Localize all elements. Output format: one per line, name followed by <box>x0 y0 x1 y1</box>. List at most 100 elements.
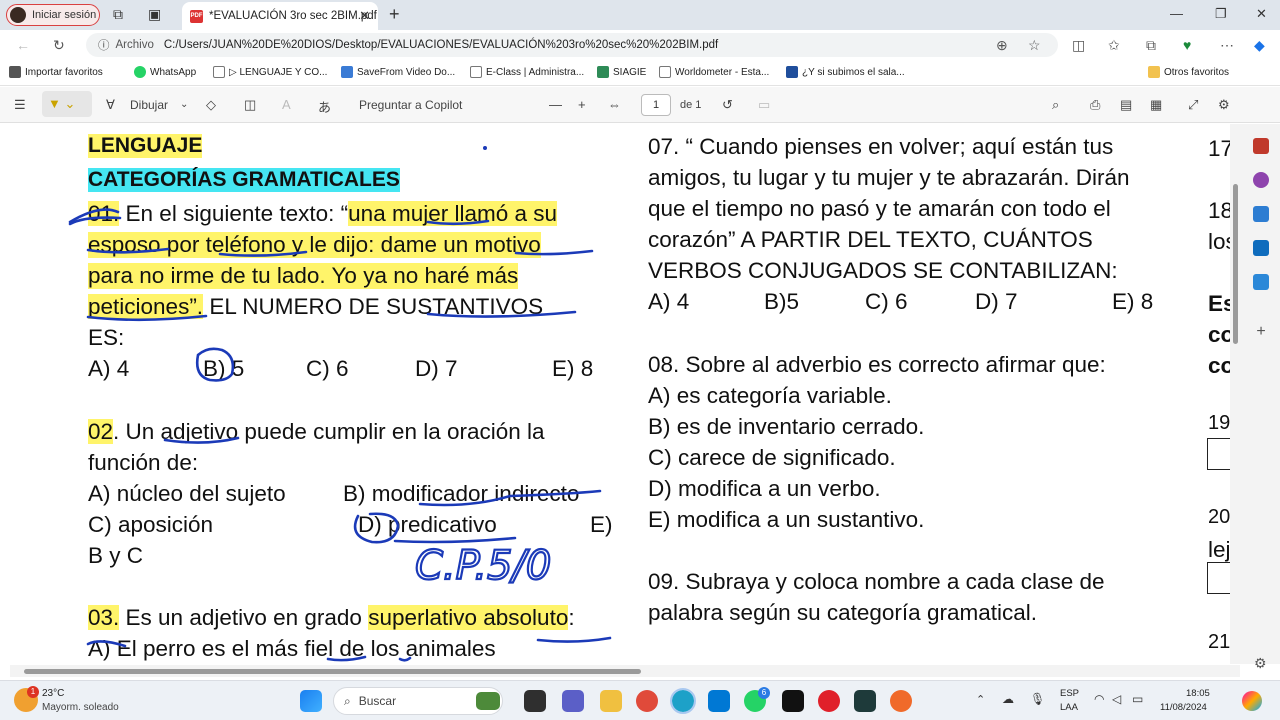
bookmark-ipe[interactable]: ¿Y si subimos el sala... <box>786 66 905 78</box>
games-icon[interactable] <box>1253 172 1269 188</box>
bookmark-worldometer[interactable]: Worldometer - Esta... <box>659 66 769 78</box>
other-favorites[interactable]: Otros favoritos <box>1148 66 1229 78</box>
send-icon[interactable] <box>1253 274 1269 290</box>
bookmark-eclass[interactable]: E-Class | Administra... <box>470 66 584 78</box>
draw-icon[interactable]: ∀ <box>106 97 115 113</box>
clock-date[interactable]: 11/08/2024 <box>1160 702 1207 713</box>
horizontal-scrollbar[interactable] <box>10 665 1240 677</box>
start-icon[interactable] <box>300 690 322 712</box>
split-screen-icon[interactable]: ◫ <box>1072 37 1085 54</box>
save-icon[interactable]: ▤ <box>1120 97 1132 113</box>
find-icon[interactable]: ⌕ <box>1052 97 1059 113</box>
copilot-taskbar-icon[interactable] <box>1242 691 1262 711</box>
microphone-icon[interactable]: 🎙 <box>1030 692 1045 706</box>
read-aloud-icon[interactable]: あ <box>318 97 331 116</box>
workspaces-icon[interactable]: ⧉ <box>113 6 123 23</box>
refresh-icon[interactable]: ↻ <box>53 37 65 54</box>
copilot-icon[interactable]: ◆ <box>1254 37 1265 54</box>
chrome-icon[interactable] <box>636 690 658 712</box>
fullscreen-icon[interactable]: ⤢ <box>1188 97 1198 113</box>
weather-desc: Mayorm. soleado <box>42 702 119 713</box>
opera-icon[interactable] <box>818 690 840 712</box>
tiktok-icon[interactable] <box>782 690 804 712</box>
address-bar[interactable]: ⓘ Archivo C:/Users/JUAN%20DE%20DIOS/Desk… <box>86 33 1058 57</box>
ink-dot <box>483 146 487 150</box>
tab-title: *EVALUACIÓN 3ro sec 2BIM.pdf <box>209 10 377 22</box>
file-explorer-icon[interactable] <box>600 690 622 712</box>
tools-icon[interactable] <box>1253 138 1269 154</box>
bookmark-import[interactable]: Importar favoritos <box>9 66 103 78</box>
save-as-icon[interactable]: ▦ <box>1150 97 1162 113</box>
bookmark-lenguaje[interactable]: ▷ LENGUAJE Y CO... <box>213 66 327 78</box>
rotate-icon[interactable]: ↺ <box>722 97 733 113</box>
m365-icon[interactable] <box>1253 206 1269 222</box>
favorite-star-icon[interactable]: ☆ <box>1028 37 1041 54</box>
print-icon[interactable]: ⎙ <box>1090 97 1100 113</box>
siagie-icon <box>597 66 609 78</box>
zoom-icon[interactable]: ⊕ <box>996 37 1008 54</box>
maximize-icon[interactable]: ❐ <box>1215 6 1227 22</box>
chevron-down-icon[interactable]: ⌄ <box>180 99 188 110</box>
minimize-icon[interactable]: — <box>1170 6 1183 21</box>
ipe-icon <box>786 66 798 78</box>
bookmark-siagie[interactable]: SIAGIE <box>597 66 646 78</box>
chevron-up-icon[interactable]: ⌃ <box>976 693 985 706</box>
zoom-out-icon[interactable]: — <box>549 97 562 112</box>
pdf-icon: PDF <box>190 9 203 23</box>
highlight-button[interactable]: ▼ ⌄ <box>42 91 92 117</box>
new-tab-button[interactable]: + <box>389 4 400 25</box>
volume-icon[interactable]: ◁ <box>1112 692 1121 706</box>
contents-icon[interactable]: ☰ <box>14 97 26 113</box>
view-icon[interactable]: ◫ <box>244 97 256 113</box>
fit-page-icon[interactable]: ⇔ <box>608 97 621 112</box>
browser-essentials-icon[interactable]: ♥ <box>1183 37 1191 53</box>
favorites-icon[interactable]: ✩ <box>1108 37 1120 54</box>
ink-circle <box>353 512 400 544</box>
close-tab-icon[interactable]: ✕ <box>359 8 370 24</box>
language-line1[interactable]: ESP <box>1060 688 1079 699</box>
close-window-icon[interactable]: ✕ <box>1256 6 1267 22</box>
profile-label: Iniciar sesión <box>32 9 97 21</box>
ink-underline <box>418 489 602 507</box>
ink-underline <box>86 314 208 322</box>
page-number-input[interactable]: 1 <box>641 94 671 116</box>
edge-icon[interactable] <box>670 688 696 714</box>
onedrive-icon[interactable]: ☁ <box>1002 692 1014 706</box>
teams-icon[interactable] <box>562 690 584 712</box>
collections-icon[interactable]: ⧉ <box>1146 37 1156 54</box>
page-icon <box>213 66 225 78</box>
info-icon[interactable]: ⓘ <box>98 37 110 53</box>
weather-badge: 1 <box>27 686 39 698</box>
language-line2[interactable]: LAA <box>1060 702 1078 713</box>
bookmark-savefrom[interactable]: SaveFrom Video Do... <box>341 66 455 78</box>
settings-icon[interactable]: ⚙ <box>1218 97 1230 113</box>
add-icon[interactable]: + <box>1253 324 1269 340</box>
battery-icon[interactable]: ▭ <box>1132 692 1143 706</box>
ask-copilot[interactable]: Preguntar a Copilot <box>359 98 462 112</box>
eraser-icon[interactable]: ◇ <box>206 97 216 113</box>
profile-button[interactable]: Iniciar sesión <box>6 4 100 26</box>
task-view-icon[interactable] <box>524 690 546 712</box>
tab-actions-icon[interactable]: ▣ <box>148 6 161 23</box>
vertical-scrollbar[interactable] <box>1230 124 1242 664</box>
outlook-icon[interactable] <box>1253 240 1269 256</box>
store-icon[interactable] <box>708 690 730 712</box>
text-icon[interactable]: A <box>282 97 291 112</box>
two-page-icon[interactable]: ▭ <box>758 97 770 113</box>
horizontal-scroll-thumb[interactable] <box>24 669 641 674</box>
tab-pdf[interactable]: PDF *EVALUACIÓN 3ro sec 2BIM.pdf ✕ <box>182 2 378 30</box>
zoom-in-icon[interactable]: + <box>578 97 586 112</box>
page-icon <box>470 66 482 78</box>
capcut-icon[interactable] <box>854 690 876 712</box>
draw-label[interactable]: Dibujar <box>130 98 168 112</box>
vertical-scroll-thumb[interactable] <box>1233 184 1238 344</box>
avast-icon[interactable] <box>890 690 912 712</box>
back-icon[interactable]: ← <box>16 37 30 53</box>
wifi-icon[interactable]: ◠ <box>1094 692 1104 706</box>
more-menu-icon[interactable]: ⋯ <box>1220 37 1234 54</box>
sidebar-settings-icon[interactable]: ⚙ <box>1254 655 1267 672</box>
clock-time[interactable]: 18:05 <box>1186 688 1210 699</box>
bookmark-whatsapp[interactable]: WhatsApp <box>134 66 196 78</box>
search-highlight-icon[interactable] <box>476 692 500 710</box>
ink-underline <box>426 310 577 318</box>
